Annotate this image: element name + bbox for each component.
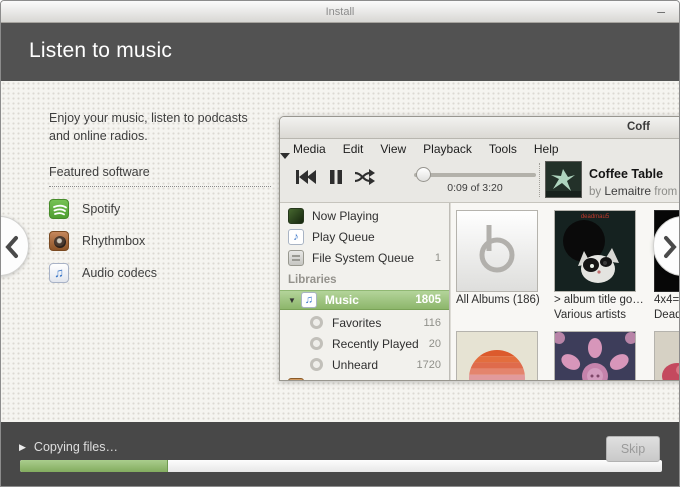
music-note-icon: ♪ [288,229,304,245]
sidebar-item-label: Now Playing [312,209,379,223]
progress-fill [20,460,168,472]
album-tile-deadmau5[interactable]: deadmau5 [554,210,636,292]
by-label: by [589,186,601,198]
music-note-icon: ♫ [301,292,317,308]
sidebar-item-label: Unheard [332,358,378,372]
file-system-queue-icon [288,250,304,266]
player-body: Now Playing ♪ Play Queue File System Que… [280,203,680,380]
featured-item-label: Audio codecs [82,266,157,280]
gear-icon [310,316,323,329]
menu-playback[interactable]: Playback [423,142,472,156]
window-titlebar: Install – [1,1,679,23]
track-byline: by Lemaitre from F [589,184,680,198]
menu-help[interactable]: Help [534,142,559,156]
album-tile-text: deadmau5 [555,214,635,220]
shuffle-icon[interactable] [354,168,378,191]
sidebar-item-label: Music [325,293,359,307]
featured-item-rhythmbox: Rhythmbox [49,231,281,251]
sidebar-item-music[interactable]: ▼ ♫ Music 1805 [280,290,449,310]
menu-media[interactable]: Media [293,142,326,156]
slide-description: Enjoy your music, listen to podcasts and… [49,109,267,145]
progress-bar [20,460,662,472]
from-label: from [654,186,677,198]
album-art-thumbnail [545,161,582,198]
featured-item-label: Spotify [82,202,120,216]
chevron-left-icon [3,235,21,259]
sidebar-item-recently-played[interactable]: Recently Played 20 [280,333,449,354]
sidebar-item-label: Favorites [332,316,381,330]
skip-button[interactable]: Skip [606,436,660,462]
sidebar-item-label: File System Queue [312,251,414,265]
sidebar-item-unheard[interactable]: Unheard 1720 [280,354,449,375]
pause-icon[interactable] [329,168,343,191]
slide-text: Enjoy your music, listen to podcasts and… [49,109,281,283]
seek-slider-handle[interactable] [416,167,431,182]
item-count: 116 [423,317,441,329]
previous-slide-button[interactable] [0,216,29,276]
album-tile-all-albums[interactable] [456,210,538,292]
audiobooks-icon [288,378,304,381]
album-grid: deadmau5 All Albums (186) > album title … [450,203,680,380]
gear-icon [310,358,323,371]
album-label: > album title go… Various artists [554,293,652,323]
track-title: Coffee Table [589,167,663,181]
playback-position: 0:09 of 3:20 [414,182,536,194]
seek-slider[interactable] [414,173,536,177]
item-count: 1805 [415,294,441,306]
installer-window: Install – Listen to music Enjoy your mus… [0,0,680,487]
album-tile-sunset[interactable] [456,331,538,380]
spotify-icon [49,199,69,219]
install-progress-bar-area: ▶ Copying files… Skip [1,422,679,487]
player-menubar: Media Edit View Playback Tools Help [280,139,680,159]
sidebar-item-file-system-queue[interactable]: File System Queue 1 [280,247,449,268]
status-text: Copying files… [34,440,118,454]
status-disclosure[interactable]: ▶ Copying files… [19,440,118,454]
featured-item-spotify: Spotify [49,199,281,219]
gear-icon [310,337,323,350]
track-artist: Lemaitre [604,184,651,198]
album-tile-flower[interactable] [654,331,680,380]
menu-edit[interactable]: Edit [343,142,364,156]
previous-track-icon[interactable] [295,168,317,191]
featured-software-heading: Featured software [49,165,271,187]
item-count: 1720 [417,359,441,371]
sidebar-item-play-queue[interactable]: ♪ Play Queue [280,226,449,247]
expander-down-icon[interactable]: ▼ [288,296,296,305]
player-window-title: Coff [627,121,650,133]
minimize-icon[interactable]: – [657,1,665,21]
sidebar-item-label: Recently Played [332,337,419,351]
expander-right-icon: ▶ [19,442,26,453]
menu-view[interactable]: View [380,142,406,156]
menu-tools[interactable]: Tools [489,142,517,156]
toolbar-separator [539,163,540,197]
sidebar-item-label: Audiobooks [312,379,375,381]
item-count: 20 [429,338,441,350]
chevron-down-icon[interactable] [280,153,290,176]
rhythmbox-icon [49,231,69,251]
chevron-right-icon [661,235,679,259]
album-label: All Albums (186) [456,293,554,308]
audio-codecs-icon: ♫ [49,263,69,283]
page-title: Listen to music [29,39,679,63]
featured-item-label: Rhythmbox [82,234,145,248]
slide-area: Enjoy your music, listen to podcasts and… [1,81,679,422]
sidebar-item-label: Play Queue [312,230,375,244]
player-titlebar: Coff [280,117,680,139]
sidebar-item-favorites[interactable]: Favorites 116 [280,312,449,333]
player-toolbar: 0:09 of 3:20 Coffee Table by Lemaitre fr… [280,159,680,203]
album-label: 4x4= Dead [654,293,680,323]
item-count: 1 [435,252,441,264]
slide-header: Listen to music [1,23,679,81]
window-title: Install [326,6,355,18]
album-tile-kaleidoscope[interactable] [554,331,636,380]
player-sidebar: Now Playing ♪ Play Queue File System Que… [280,203,450,380]
music-player-window: Coff Media Edit View Playback Tools Help [279,116,680,381]
featured-item-audio-codecs: ♫ Audio codecs [49,263,281,283]
sidebar-item-audiobooks[interactable]: Audiobooks [280,375,449,380]
sidebar-item-now-playing[interactable]: Now Playing [280,205,449,226]
libraries-heading: Libraries [280,269,449,290]
now-playing-icon [288,208,304,224]
